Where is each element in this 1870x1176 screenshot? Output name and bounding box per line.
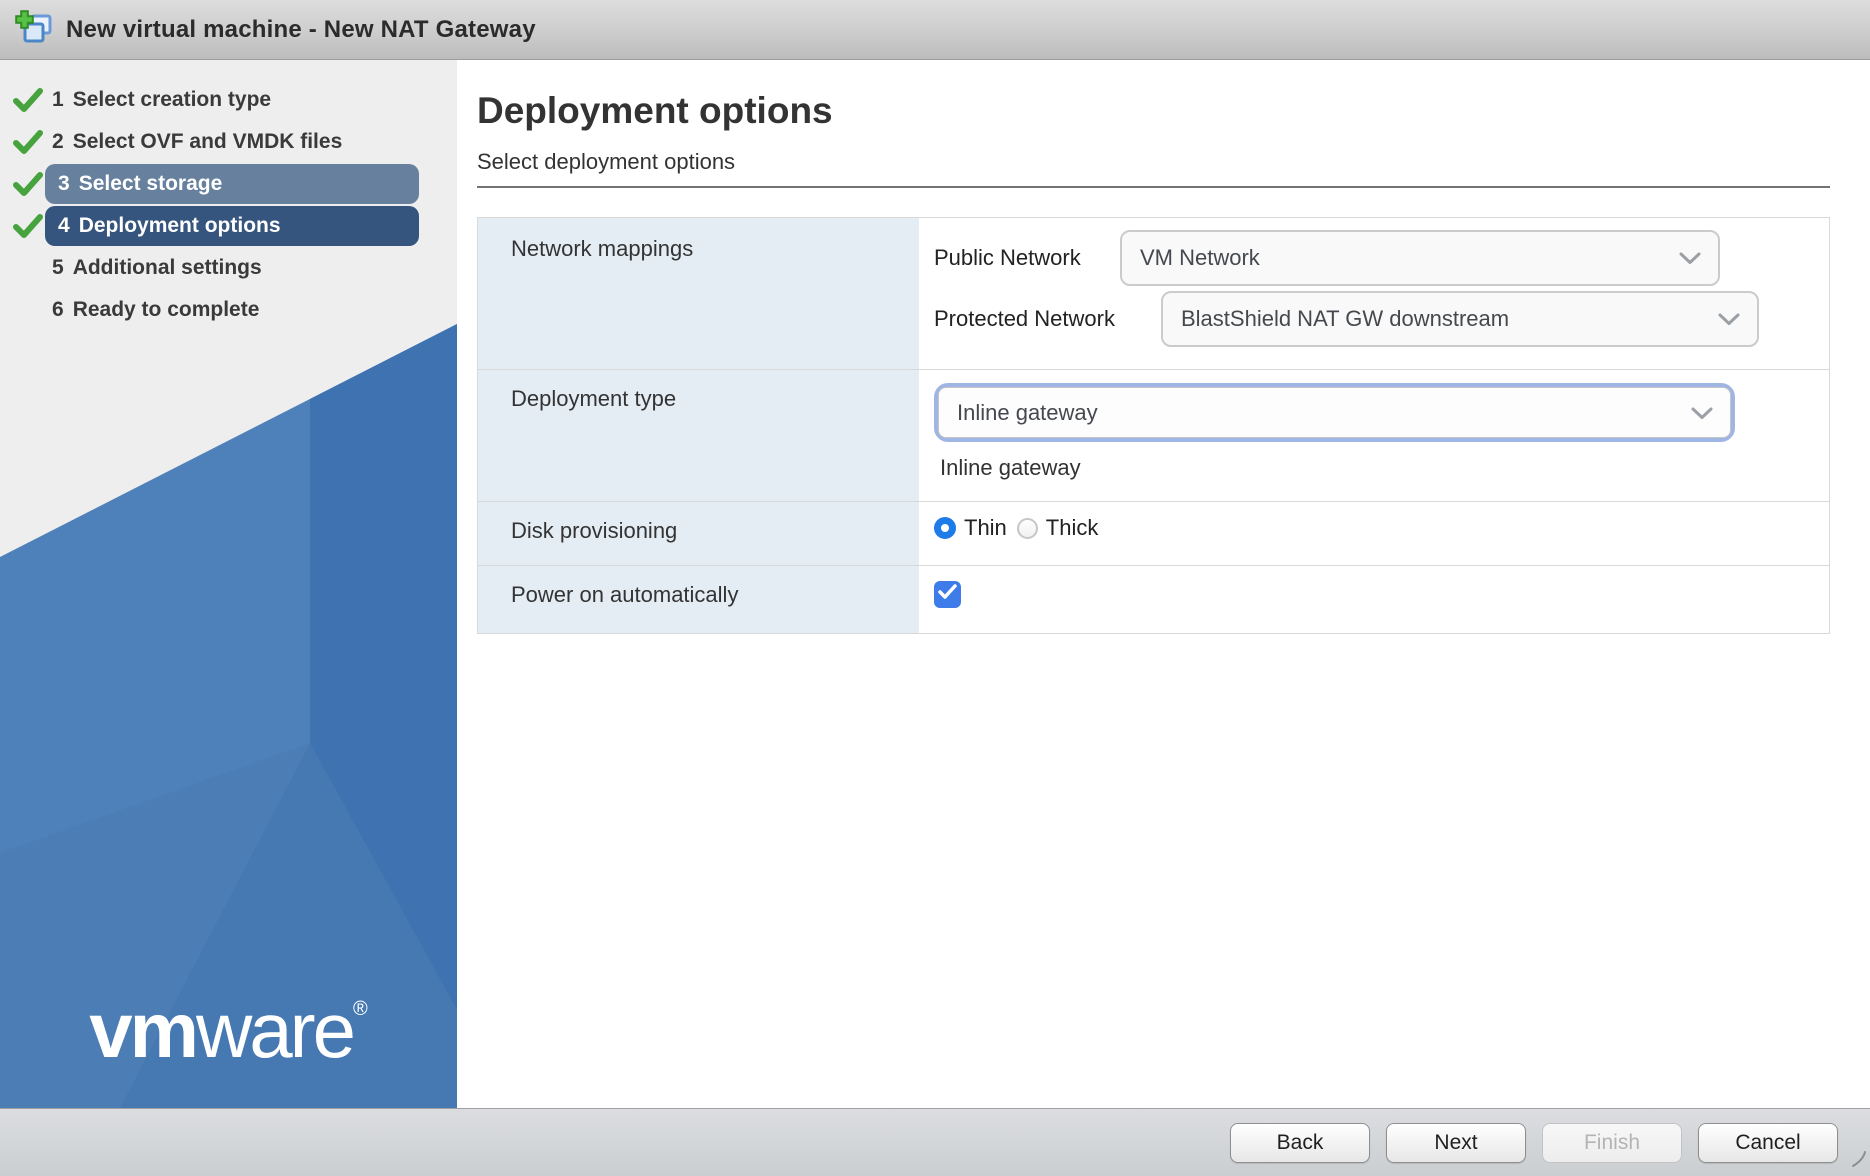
chevron-down-icon xyxy=(1690,400,1714,426)
deployment-options-form: Network mappings Public Network VM Netwo… xyxy=(477,217,1830,634)
step-number: 2 xyxy=(52,130,64,154)
step-label: Select storage xyxy=(79,172,223,196)
deployment-type-label: Deployment type xyxy=(478,370,919,502)
thin-radio-label: Thin xyxy=(964,515,1007,541)
check-icon xyxy=(13,129,43,155)
power-on-label: Power on automatically xyxy=(478,566,919,633)
protected-network-label: Protected Network xyxy=(934,306,1161,332)
cancel-button[interactable]: Cancel xyxy=(1698,1123,1838,1163)
chevron-down-icon xyxy=(1678,245,1702,271)
step-label: Deployment options xyxy=(79,214,281,238)
wizard-sidebar: 1 Select creation type 2 Select OVF and … xyxy=(0,60,457,1108)
public-network-label: Public Network xyxy=(934,245,1120,271)
step-label: Select OVF and VMDK files xyxy=(73,130,343,154)
sidebar-step-deployment-options[interactable]: 4 Deployment options xyxy=(0,205,457,247)
step-number: 6 xyxy=(52,298,64,322)
protected-network-value: BlastShield NAT GW downstream xyxy=(1181,306,1509,332)
protected-network-select[interactable]: BlastShield NAT GW downstream xyxy=(1161,291,1759,347)
power-on-cell xyxy=(919,566,1829,633)
new-vm-icon xyxy=(14,9,56,51)
next-button[interactable]: Next xyxy=(1386,1123,1526,1163)
sidebar-step-select-creation-type[interactable]: 1 Select creation type xyxy=(0,79,457,121)
page-subtitle: Select deployment options xyxy=(477,149,1870,175)
deployment-type-cell: Inline gateway Inline gateway xyxy=(919,370,1829,502)
wizard-window: New virtual machine - New NAT Gateway 1 … xyxy=(0,0,1870,1176)
sidebar-step-select-ovf-vmdk[interactable]: 2 Select OVF and VMDK files xyxy=(0,121,457,163)
check-icon xyxy=(13,87,43,113)
sidebar-step-ready-to-complete: 6 Ready to complete xyxy=(0,289,457,331)
step-number: 3 xyxy=(58,172,70,196)
deployment-type-value: Inline gateway xyxy=(957,400,1098,426)
check-icon xyxy=(938,584,957,605)
deployment-type-select[interactable]: Inline gateway xyxy=(938,387,1731,438)
public-network-value: VM Network xyxy=(1140,245,1260,271)
window-titlebar: New virtual machine - New NAT Gateway xyxy=(0,0,1870,60)
sidebar-step-additional-settings: 5 Additional settings xyxy=(0,247,457,289)
vmware-logo: vmware® xyxy=(0,985,457,1076)
network-mappings-label: Network mappings xyxy=(478,218,919,370)
power-on-checkbox[interactable] xyxy=(934,581,961,608)
thick-radio-label: Thick xyxy=(1046,515,1099,541)
wizard-steps-list: 1 Select creation type 2 Select OVF and … xyxy=(0,60,457,331)
deployment-type-focus-ring: Inline gateway xyxy=(934,383,1735,442)
page-title: Deployment options xyxy=(477,90,1870,132)
wizard-footer: Back Next Finish Cancel xyxy=(0,1108,1870,1176)
step-number: 4 xyxy=(58,214,70,238)
window-title: New virtual machine - New NAT Gateway xyxy=(66,16,536,44)
step-number: 5 xyxy=(52,256,64,280)
deployment-type-description: Inline gateway xyxy=(940,455,1829,481)
resize-grip-icon[interactable] xyxy=(1845,1146,1867,1173)
disk-provisioning-label: Disk provisioning xyxy=(478,502,919,566)
step-number: 1 xyxy=(52,88,64,112)
step-label: Select creation type xyxy=(73,88,271,112)
chevron-down-icon xyxy=(1717,306,1741,332)
finish-button[interactable]: Finish xyxy=(1542,1123,1682,1163)
title-divider xyxy=(477,186,1830,188)
registered-trademark: ® xyxy=(353,998,368,1020)
thin-radio[interactable] xyxy=(934,517,956,539)
sidebar-step-select-storage[interactable]: 3 Select storage xyxy=(0,163,457,205)
public-network-select[interactable]: VM Network xyxy=(1120,230,1720,286)
thick-radio[interactable] xyxy=(1017,518,1038,539)
network-mappings-cell: Public Network VM Network Protected Netw… xyxy=(919,218,1829,370)
check-icon xyxy=(13,213,43,239)
step-highlight-pill: 3 Select storage xyxy=(45,164,419,204)
disk-provisioning-cell: Thin Thick xyxy=(919,502,1829,566)
step-label: Ready to complete xyxy=(73,298,260,322)
step-highlight-pill-current: 4 Deployment options xyxy=(45,206,419,246)
back-button[interactable]: Back xyxy=(1230,1123,1370,1163)
step-label: Additional settings xyxy=(73,256,262,280)
wizard-main-pane: Deployment options Select deployment opt… xyxy=(457,60,1870,1108)
check-icon xyxy=(13,171,43,197)
